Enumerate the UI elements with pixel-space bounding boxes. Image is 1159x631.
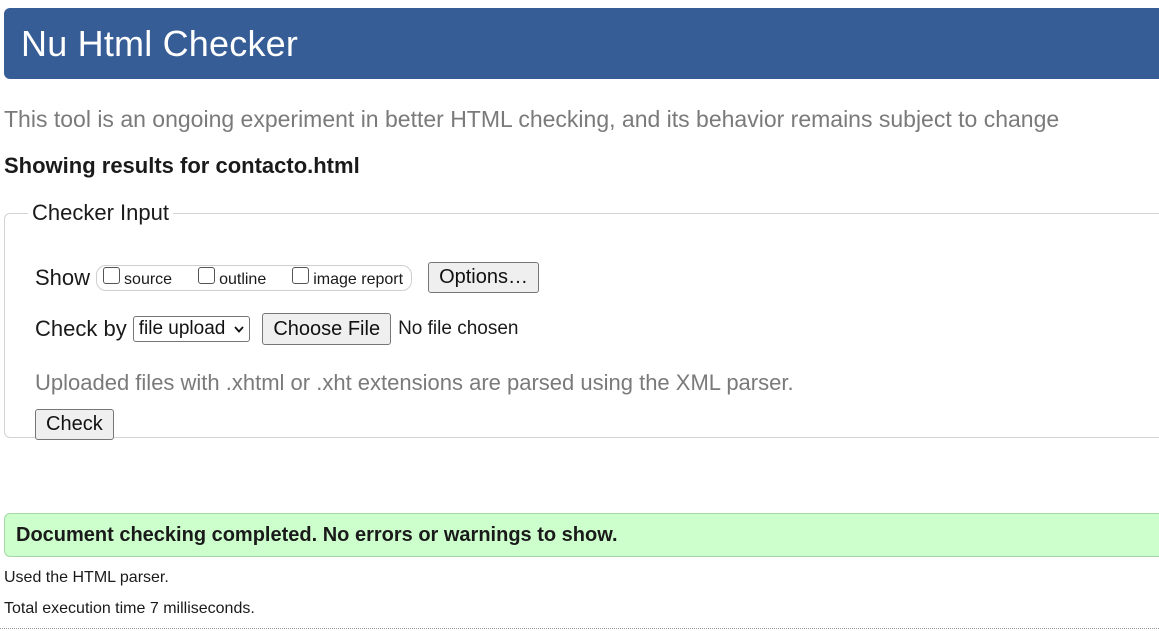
page-header: Nu Html Checker (4, 8, 1159, 79)
parser-info: Used the HTML parser. (4, 569, 169, 586)
check-by-select[interactable]: file upload (132, 316, 251, 342)
show-label: Show (35, 264, 91, 290)
outline-checkbox-label[interactable]: outline (219, 271, 266, 289)
image-report-checkbox-label[interactable]: image report (313, 271, 403, 289)
intro-text: This tool is an ongoing experiment in be… (4, 106, 1060, 132)
source-checkbox-label[interactable]: source (124, 271, 172, 289)
outline-checkbox[interactable] (198, 267, 216, 284)
image-report-checkbox[interactable] (292, 267, 310, 284)
show-source-option[interactable]: source (103, 267, 172, 289)
check-by-row: Check by file upload Choose File No file… (35, 313, 518, 345)
page-title: Nu Html Checker (21, 22, 299, 64)
results-heading: Showing results for contacto.html (4, 153, 360, 178)
checker-input-legend: Checker Input (32, 200, 169, 225)
show-options-group: source outline image report (96, 264, 413, 291)
chevron-down-icon (234, 326, 245, 333)
choose-file-button[interactable]: Choose File (262, 313, 392, 345)
success-message: Document checking completed. No errors o… (4, 513, 1159, 557)
checker-input-fieldset: Checker Input Show source outline image … (4, 200, 1159, 440)
show-row: Show source outline image report Options… (35, 262, 539, 293)
show-outline-option[interactable]: outline (198, 267, 266, 289)
check-by-selected-value: file upload (138, 318, 226, 339)
no-file-chosen-text: No file chosen (398, 318, 519, 339)
bottom-divider (0, 628, 1159, 629)
source-checkbox[interactable] (103, 267, 121, 284)
options-button[interactable]: Options… (428, 262, 539, 293)
check-button[interactable]: Check (35, 409, 114, 440)
check-by-label: Check by (35, 316, 127, 341)
execution-time: Total execution time 7 milliseconds. (4, 600, 255, 617)
parser-note: Uploaded files with .xhtml or .xht exten… (35, 370, 794, 395)
show-image-report-option[interactable]: image report (292, 267, 403, 289)
